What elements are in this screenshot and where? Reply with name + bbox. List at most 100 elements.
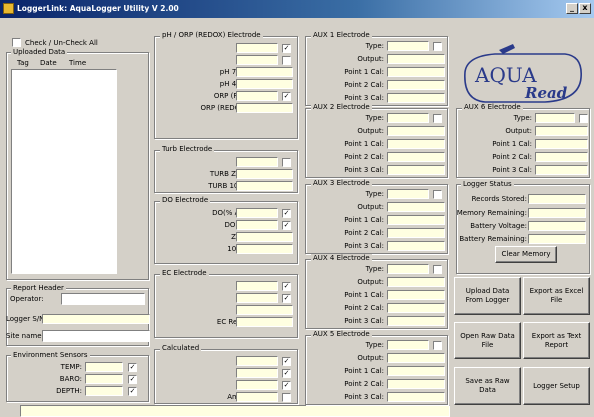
aux4-output-field	[387, 277, 445, 287]
aux4-p3-field	[387, 316, 445, 326]
aux4-p3-label: Point 3 Cal:	[344, 317, 384, 325]
ph-orp-phmv-field	[236, 55, 278, 65]
aux4-p1-label: Point 1 Cal:	[344, 291, 384, 299]
baro-field	[85, 374, 123, 384]
check-all-label: Check / Un-Check All	[25, 39, 98, 47]
upload-data-button[interactable]: Upload Data From Logger	[454, 277, 521, 315]
aquaread-logo: AQUA Read	[464, 44, 582, 103]
calculated-tds-field	[236, 356, 278, 366]
col-time[interactable]: Time	[69, 59, 86, 68]
turb-title: Turb Electrode	[160, 145, 215, 154]
uploaded-data-list[interactable]	[11, 69, 117, 274]
main-window: Check / Un-Check All Uploaded Data Tag D…	[0, 18, 594, 417]
aux3-output-label: Output:	[357, 203, 384, 211]
aux3-type-checkbox[interactable]	[433, 190, 442, 199]
memory-remaining-field	[528, 208, 586, 218]
col-tag[interactable]: Tag	[17, 59, 29, 68]
calculated-sal-checkbox[interactable]: ✓	[282, 369, 291, 378]
battery-voltage-field	[528, 221, 586, 231]
ec-ec-field	[236, 281, 278, 291]
calculated-tds-checkbox[interactable]: ✓	[282, 357, 291, 366]
aux2-output-field	[387, 126, 445, 136]
records-stored-label: Records Stored:	[471, 195, 527, 203]
aux1-p1-label: Point 1 Cal:	[344, 68, 384, 76]
aux1-p2-field	[387, 80, 445, 90]
aux3-p2-label: Point 2 Cal:	[344, 229, 384, 237]
clear-memory-button[interactable]: Clear Memory	[495, 246, 557, 263]
depth-label: DEPTH:	[56, 387, 82, 395]
temp-checkbox[interactable]: ✓	[128, 363, 137, 372]
aux1-type-checkbox[interactable]	[433, 42, 442, 51]
aux6-p3-label: Point 3 Cal:	[492, 166, 532, 174]
operator-label: Operator:	[10, 295, 44, 303]
ph-orp-ph-checkbox[interactable]: ✓	[282, 44, 291, 53]
do-do-air-sat-field	[236, 208, 278, 218]
aux5-type-label: Type:	[365, 341, 384, 349]
calculated-ammonia-checkbox[interactable]	[282, 393, 291, 402]
ph-orp-orp-redox-checkbox[interactable]: ✓	[282, 92, 291, 101]
aux1-type-field	[387, 41, 429, 51]
do-zero-cal-field	[236, 232, 293, 242]
do-do-air-sat-checkbox[interactable]: ✓	[282, 209, 291, 218]
status-bar	[20, 405, 450, 417]
records-stored-field	[528, 194, 586, 204]
window-title: LoggerLink: AquaLogger Utility V 2.00	[17, 4, 179, 13]
ec-res-checkbox[interactable]: ✓	[282, 294, 291, 303]
depth-field	[85, 386, 123, 396]
minimize-button[interactable]: _	[566, 3, 578, 14]
aux2-type-label: Type:	[365, 114, 384, 122]
aux4-type-field	[387, 264, 429, 274]
do-do-mg-l-checkbox[interactable]: ✓	[282, 221, 291, 230]
aux4-type-checkbox[interactable]	[433, 265, 442, 274]
aux4-p2-field	[387, 303, 445, 313]
site-name-input[interactable]	[42, 330, 150, 342]
battery-voltage-label: Battery Voltage:	[470, 222, 527, 230]
memory-remaining-label: Memory Remaining:	[456, 209, 527, 217]
aux6-p2-field	[535, 152, 588, 162]
export-text-button[interactable]: Export as Text Report	[523, 322, 590, 359]
aux6-p1-field	[535, 139, 588, 149]
ec-ec-ref-temp-field	[236, 317, 293, 327]
aux1-p1-field	[387, 67, 445, 77]
ph-orp-phmv-checkbox[interactable]	[282, 56, 291, 65]
aux5-type-checkbox[interactable]	[433, 341, 442, 350]
aux3-output-field	[387, 202, 445, 212]
logger-setup-button[interactable]: Logger Setup	[523, 367, 590, 405]
aux5-p1-label: Point 1 Cal:	[344, 367, 384, 375]
baro-checkbox[interactable]: ✓	[128, 375, 137, 384]
aux3-p1-field	[387, 215, 445, 225]
aux6-type-field	[535, 113, 575, 123]
aux2-type-field	[387, 113, 429, 123]
ph-orp-ph-4-01-cal-field	[236, 79, 293, 89]
aux2-p2-label: Point 2 Cal:	[344, 153, 384, 161]
export-excel-button[interactable]: Export as Excel File	[523, 277, 590, 315]
turb-turb-checkbox[interactable]	[282, 158, 291, 167]
battery-remaining-field	[528, 234, 586, 244]
open-raw-data-button[interactable]: Open Raw Data File	[454, 322, 521, 359]
aux5-p3-field	[387, 392, 445, 402]
aux2-output-label: Output:	[357, 127, 384, 135]
depth-checkbox[interactable]: ✓	[128, 387, 137, 396]
aux2-p3-label: Point 3 Cal:	[344, 166, 384, 174]
aux6-type-checkbox[interactable]	[579, 114, 588, 123]
aux6-p2-label: Point 2 Cal:	[492, 153, 532, 161]
operator-input[interactable]	[61, 293, 145, 305]
aux4-title: AUX 4 Electrode	[311, 254, 372, 263]
turb-turb-zero-cal-field	[236, 169, 293, 179]
ph-orp-orp-redox-field	[236, 91, 278, 101]
calculated-ssg-checkbox[interactable]: ✓	[282, 381, 291, 390]
aux5-output-field	[387, 353, 445, 363]
col-date[interactable]: Date	[40, 59, 57, 68]
aux1-p3-label: Point 3 Cal:	[344, 94, 384, 102]
aux5-title: AUX 5 Electrode	[311, 330, 372, 339]
aux5-p2-label: Point 2 Cal:	[344, 380, 384, 388]
aux2-type-checkbox[interactable]	[433, 114, 442, 123]
aux2-p1-label: Point 1 Cal:	[344, 140, 384, 148]
ph-orp-orp-redox-cal-field	[236, 103, 293, 113]
ec-ec-checkbox[interactable]: ✓	[282, 282, 291, 291]
logger-sn-field	[42, 314, 150, 324]
check-all-checkbox[interactable]	[12, 38, 21, 47]
close-button[interactable]: x	[579, 3, 591, 14]
save-raw-data-button[interactable]: Save as Raw Data	[454, 367, 521, 405]
aux3-p3-label: Point 3 Cal:	[344, 242, 384, 250]
